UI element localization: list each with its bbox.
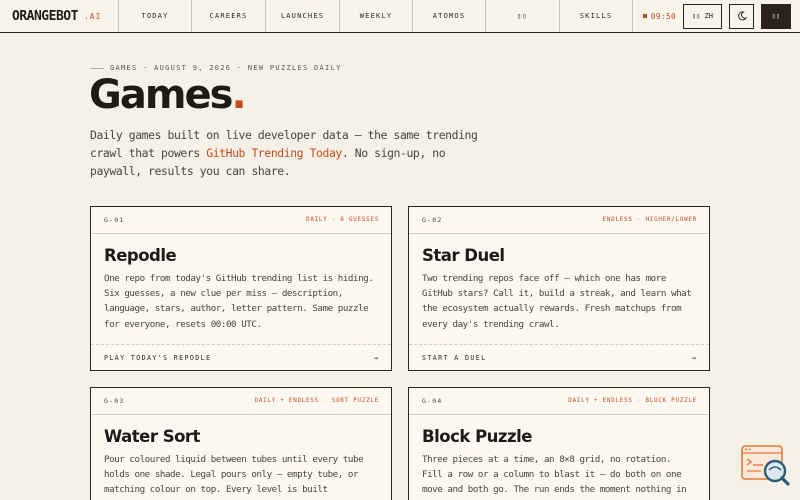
brand-logo[interactable]: ORANGEBOT .AI xyxy=(0,0,119,32)
arrow-right-icon: → xyxy=(373,353,378,362)
nav-item-weekly[interactable]: WEEKLY xyxy=(340,0,413,32)
page-title-text: Games xyxy=(89,72,233,118)
nav-item-today[interactable]: TODAY xyxy=(119,0,192,32)
clock-time: 09:50 xyxy=(650,11,676,21)
page-title: Games. xyxy=(89,72,247,118)
start-duel-link[interactable]: START A DUEL → xyxy=(409,344,709,370)
card-tag: DAILY · 6 GUESSES xyxy=(306,217,379,223)
card-description: Pour coloured liquid between tubes until… xyxy=(104,454,364,500)
card-tag: DAILY + ENDLESS · BLOCK PUZZLE xyxy=(568,398,697,404)
card-description: One repo from today's GitHub trending li… xyxy=(104,273,374,330)
nav-item-careers[interactable]: CAREERS xyxy=(192,0,266,32)
language-button[interactable]: ▯▯ ZH xyxy=(683,3,722,29)
nav-links: TODAY CAREERS LAUNCHES WEEKLY ATOMOS ▯▯ … xyxy=(119,0,634,32)
card-header: G-04 DAILY + ENDLESS · BLOCK PUZZLE xyxy=(409,388,709,415)
card-cta-label: PLAY TODAY'S REPODLE xyxy=(104,353,212,362)
arrow-right-icon: → xyxy=(691,353,696,362)
brand-name: ORANGEBOT xyxy=(12,8,78,24)
card-header: G-01 DAILY · 6 GUESSES xyxy=(91,207,391,234)
card-id: G-01 xyxy=(104,216,125,224)
card-id: G-03 xyxy=(104,397,125,405)
card-header: G-02 ENDLESS · HIGHER/LOWER xyxy=(409,207,709,234)
card-tag: DAILY + ENDLESS · SORT PUZZLE xyxy=(254,398,379,404)
clock: 09:50 xyxy=(642,11,676,21)
menu-button[interactable]: ▯▯ xyxy=(761,3,791,29)
card-id: G-02 xyxy=(422,216,443,224)
nav-item-skills[interactable]: SKILLS xyxy=(560,0,633,32)
game-card-repodle[interactable]: G-01 DAILY · 6 GUESSES Repodle One repo … xyxy=(90,206,392,371)
card-cta-label: START A DUEL xyxy=(422,353,487,362)
github-trending-link[interactable]: GitHub Trending Today xyxy=(206,146,342,160)
card-title: Repodle xyxy=(104,246,177,265)
game-card-block-puzzle[interactable]: G-04 DAILY + ENDLESS · BLOCK PUZZLE Bloc… xyxy=(408,387,710,500)
card-tag: ENDLESS · HIGHER/LOWER xyxy=(602,217,697,223)
nav-right: 09:50 ▯▯ ZH ▯▯ xyxy=(634,0,800,32)
nav-item-atomos[interactable]: ATOMOS xyxy=(413,0,486,32)
card-header: G-03 DAILY + ENDLESS · SORT PUZZLE xyxy=(91,388,391,415)
kicker-rule xyxy=(90,67,104,69)
top-nav: ORANGEBOT .AI TODAY CAREERS LAUNCHES WEE… xyxy=(0,0,800,33)
game-card-water-sort[interactable]: G-03 DAILY + ENDLESS · SORT PUZZLE Water… xyxy=(90,387,392,500)
clock-dot-icon xyxy=(642,14,647,18)
card-title: Star Duel xyxy=(422,246,505,265)
card-title: Block Puzzle xyxy=(422,427,532,446)
search-assistant-icon xyxy=(741,445,790,486)
moon-icon xyxy=(737,11,747,21)
game-card-star-duel[interactable]: G-02 ENDLESS · HIGHER/LOWER Star Duel Tw… xyxy=(408,206,710,371)
search-assistant-button[interactable] xyxy=(741,444,791,490)
brand-suffix: .AI xyxy=(83,11,102,21)
play-repodle-link[interactable]: PLAY TODAY'S REPODLE → xyxy=(91,344,391,370)
nav-item-launches[interactable]: LAUNCHES xyxy=(266,0,340,32)
card-description: Three pieces at a time, an 8×8 grid, no … xyxy=(422,454,687,500)
card-title: Water Sort xyxy=(104,427,200,446)
page-lede: Daily games built on live developer data… xyxy=(90,126,500,180)
card-description: Two trending repos face off — which one … xyxy=(422,273,692,330)
nav-item-cjk[interactable]: ▯▯ xyxy=(486,0,560,32)
kicker-text: GAMES · AUGUST 9, 2026 · NEW PUZZLES DAI… xyxy=(110,64,342,72)
page-kicker: GAMES · AUGUST 9, 2026 · NEW PUZZLES DAI… xyxy=(90,64,342,72)
theme-toggle-button[interactable] xyxy=(729,3,754,29)
page-title-dot: . xyxy=(231,72,246,118)
card-id: G-04 xyxy=(422,397,443,405)
